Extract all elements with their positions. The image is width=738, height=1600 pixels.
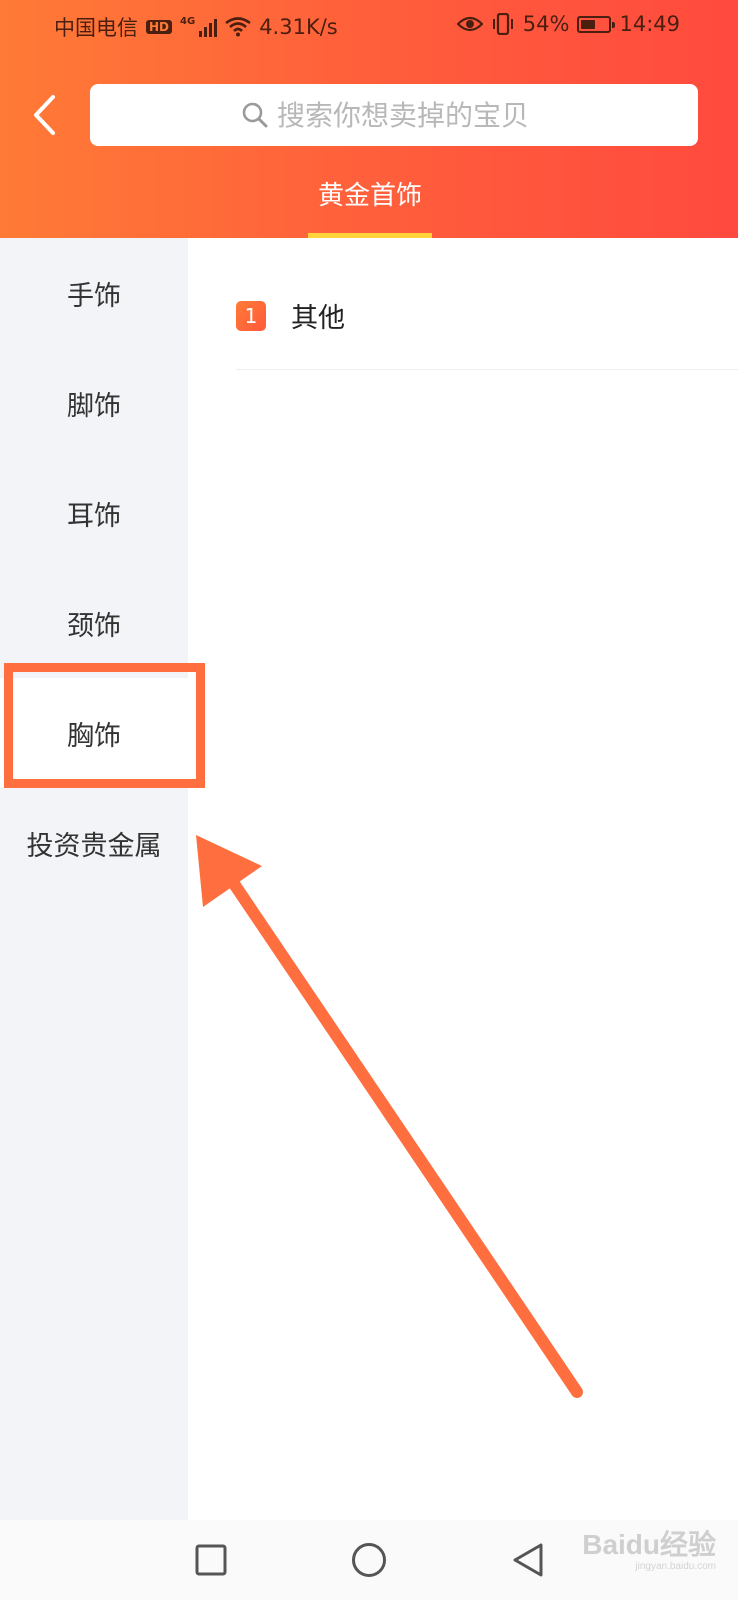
list-item-label: 其他 (291, 303, 345, 334)
sidebar-item-foot-jewelry[interactable]: 脚饰 (0, 348, 188, 458)
network-type: 4G (180, 16, 196, 27)
sidebar-item-hand-jewelry[interactable]: 手饰 (0, 238, 188, 348)
recent-apps-button[interactable] (191, 1540, 231, 1580)
status-right: 54% 14:49 (456, 12, 680, 36)
sidebar-item-chest-jewelry[interactable]: 胸饰 (0, 678, 188, 788)
search-input[interactable] (277, 98, 547, 132)
home-button[interactable] (349, 1540, 389, 1580)
app-screen: 中国电信 HD 4G 4.31K/s 54% 14:49 搜索你想卖掉的宝贝 黄… (0, 0, 738, 1600)
chevron-left-icon (34, 95, 55, 135)
sidebar-item-ear-jewelry[interactable]: 耳饰 (0, 458, 188, 568)
wifi-icon (225, 17, 251, 37)
tab-gold-jewelry[interactable]: 黄金首饰 (308, 178, 432, 238)
sidebar-item-label: 投资贵金属 (26, 830, 162, 862)
sidebar-item-neck-jewelry[interactable]: 颈饰 (0, 568, 188, 678)
network-speed: 4.31K/s (259, 15, 338, 39)
triangle-back-icon (513, 1543, 543, 1577)
status-bar: 中国电信 HD 4G 4.31K/s 54% 14:49 (0, 0, 738, 50)
battery-icon (577, 15, 616, 33)
square-icon (195, 1544, 227, 1576)
search-bar[interactable] (90, 84, 698, 146)
category-sidebar: 手饰 脚饰 耳饰 颈饰 胸饰 投资贵金属 (0, 238, 188, 1520)
search-icon (242, 102, 268, 128)
back-button[interactable] (24, 90, 64, 140)
battery-fill (581, 19, 596, 29)
back-nav-button[interactable] (508, 1540, 548, 1580)
sidebar-item-label: 手饰 (67, 280, 121, 312)
system-nav-bar (0, 1520, 738, 1600)
circle-icon (352, 1543, 386, 1577)
subcategory-list: 1 其他 (188, 238, 738, 1520)
sidebar-item-label: 脚饰 (67, 390, 121, 422)
battery-percent: 54% (522, 12, 570, 36)
clock: 14:49 (619, 12, 680, 36)
signal-icon: 4G (180, 16, 218, 37)
carrier-name: 中国电信 (54, 16, 138, 40)
sidebar-item-label: 耳饰 (67, 500, 121, 532)
sidebar-item-label: 胸饰 (67, 720, 121, 752)
rank-badge: 1 (236, 300, 266, 331)
list-item[interactable]: 1 其他 (236, 270, 738, 370)
status-left: 中国电信 HD 4G 4.31K/s (54, 12, 338, 42)
sidebar-item-label: 颈饰 (67, 610, 121, 642)
sidebar-item-precious-metals[interactable]: 投资贵金属 (0, 788, 188, 898)
eye-icon (456, 16, 483, 32)
vibrate-icon (492, 13, 513, 35)
hd-badge: HD (146, 20, 173, 34)
tab-label: 黄金首饰 (317, 181, 422, 211)
